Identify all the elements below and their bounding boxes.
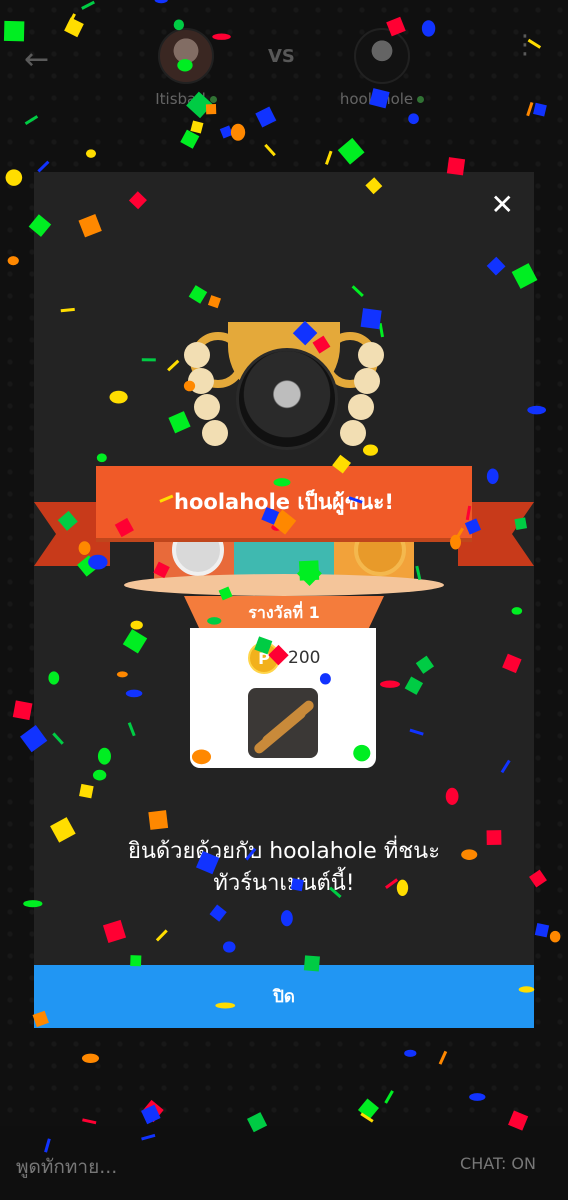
winner-banner-text: hoolahole เป็นผู้ชนะ!	[174, 489, 394, 514]
rank-banner: รางวัลที่ 1	[184, 596, 384, 630]
chat-input[interactable]: พูดทักทาย...	[16, 1152, 117, 1182]
laurel-right-icon	[340, 342, 384, 452]
chat-status-toggle[interactable]: CHAT: ON	[460, 1154, 536, 1173]
rolling-pin-icon	[248, 688, 318, 758]
winner-banner: hoolahole เป็นผู้ชนะ!	[96, 466, 472, 538]
congrats-line-2: ทัวร์นาเมนต์นี้!	[213, 871, 355, 896]
coin-icon: P	[248, 642, 280, 674]
laurel-left-icon	[184, 342, 228, 452]
congrats-line-1: ยินด้วยด้วยกับ hoolahole ที่ชนะ	[127, 839, 441, 864]
rank-label: รางวัลที่ 1	[248, 602, 320, 622]
winner-avatar	[236, 348, 338, 450]
chat-bar: พูดทักทาย... CHAT: ON	[0, 1126, 568, 1200]
podium-base	[124, 574, 444, 596]
close-button[interactable]: ปิด	[34, 965, 534, 1028]
reward-card: P 200	[190, 628, 376, 768]
coin-amount: 200	[288, 648, 321, 668]
winner-dialog: ✕ hoolahole เป็นผู้ชนะ! รางวัลที่ 1 P 20…	[34, 172, 534, 1028]
close-icon[interactable]: ✕	[491, 188, 514, 221]
congrats-message: ยินด้วยด้วยกับ hoolahole ที่ชนะ ทัวร์นาเ…	[34, 836, 534, 900]
coin-reward: P 200	[248, 642, 320, 674]
